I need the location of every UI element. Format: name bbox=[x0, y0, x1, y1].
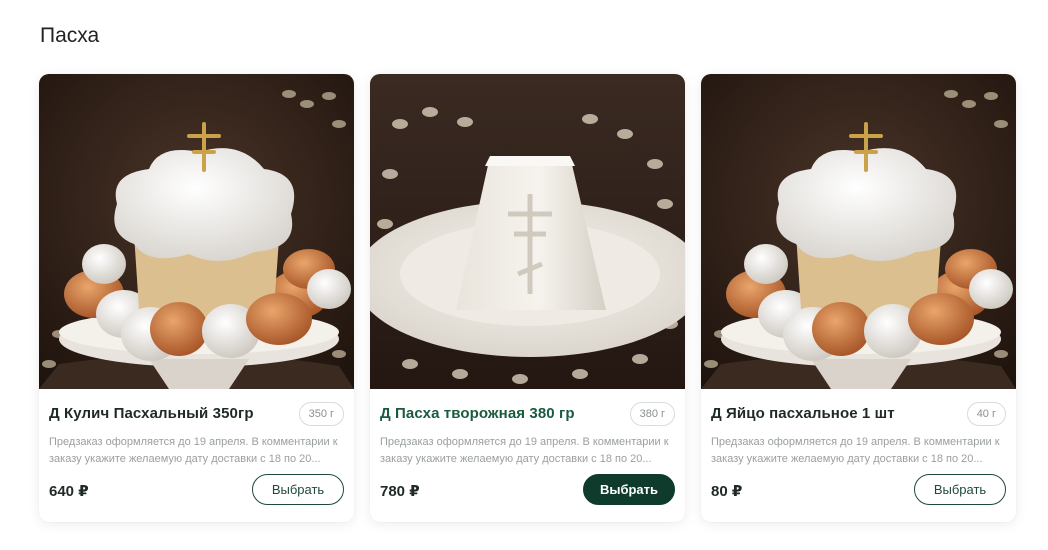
select-button[interactable]: Выбрать bbox=[914, 474, 1006, 505]
product-image-kulich[interactable] bbox=[39, 74, 354, 389]
product-image-egg[interactable] bbox=[701, 74, 1016, 389]
select-button[interactable]: Выбрать bbox=[252, 474, 344, 505]
product-info: Д Кулич Пасхальный 350гр 350 г Предзаказ… bbox=[39, 389, 354, 522]
product-price: 780 ₽ bbox=[380, 483, 420, 500]
product-name[interactable]: Д Пасха творожная 380 гр bbox=[380, 405, 615, 422]
product-name[interactable]: Д Яйцо пасхальное 1 шт bbox=[711, 405, 946, 422]
weight-badge: 40 г bbox=[966, 402, 1006, 426]
product-price: 640 ₽ bbox=[49, 483, 89, 500]
select-button[interactable]: Выбрать bbox=[583, 474, 675, 505]
weight-badge: 350 г bbox=[298, 402, 344, 426]
product-info: Д Яйцо пасхальное 1 шт 40 г Предзаказ оф… bbox=[701, 389, 1016, 522]
product-price: 80 ₽ bbox=[711, 483, 743, 500]
product-card[interactable]: Д Яйцо пасхальное 1 шт 40 г Предзаказ оф… bbox=[701, 74, 1016, 522]
product-image-paskha[interactable] bbox=[370, 74, 685, 389]
product-description: Предзаказ оформляется до 19 апреля. В ко… bbox=[49, 436, 338, 465]
product-name[interactable]: Д Кулич Пасхальный 350гр bbox=[49, 405, 284, 422]
section-title: Пасха bbox=[40, 24, 100, 47]
product-description: Предзаказ оформляется до 19 апреля. В ко… bbox=[380, 436, 669, 465]
weight-badge: 380 г bbox=[629, 402, 675, 426]
product-card[interactable]: Д Пасха творожная 380 гр 380 г Предзаказ… bbox=[370, 74, 685, 522]
product-card[interactable]: Д Кулич Пасхальный 350гр 350 г Предзаказ… bbox=[39, 74, 354, 522]
product-list: Д Кулич Пасхальный 350гр 350 г Предзаказ… bbox=[39, 74, 1016, 522]
product-info: Д Пасха творожная 380 гр 380 г Предзаказ… bbox=[370, 389, 685, 522]
product-description: Предзаказ оформляется до 19 апреля. В ко… bbox=[711, 436, 1000, 465]
